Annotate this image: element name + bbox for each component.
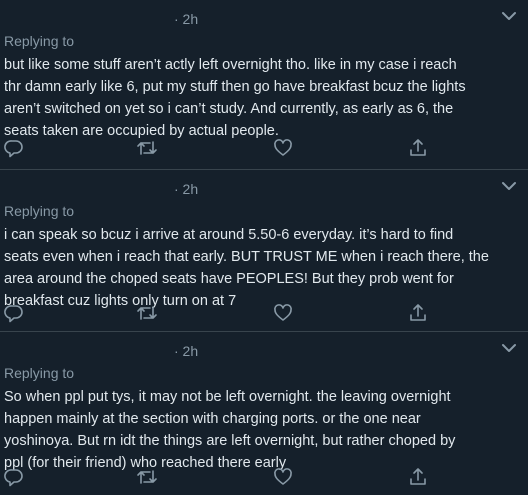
heart-icon[interactable] bbox=[271, 136, 295, 160]
share-icon[interactable] bbox=[406, 301, 430, 325]
reply-icon[interactable] bbox=[2, 301, 26, 325]
chevron-down-icon[interactable] bbox=[500, 10, 518, 22]
retweet-icon[interactable] bbox=[135, 301, 159, 325]
tweet-text: but like some stuff aren’t actly left ov… bbox=[4, 54, 520, 142]
tweet-text-line: yoshinoya. But rn idt the things are lef… bbox=[4, 433, 456, 449]
tweet-text: So when ppl put tys, it may not be left … bbox=[4, 386, 520, 474]
tweet-text-line: area around the choped seats have PEOPLE… bbox=[4, 271, 454, 287]
share-icon[interactable] bbox=[406, 136, 430, 160]
share-icon[interactable] bbox=[406, 465, 430, 489]
tweet-timestamp[interactable]: · 2h bbox=[174, 343, 198, 359]
chevron-down-icon[interactable] bbox=[500, 180, 518, 192]
tweet-text-line: seats even when i reach that early. BUT … bbox=[4, 249, 489, 265]
tweet[interactable]: · 2h Replying to So when ppl put tys, it… bbox=[0, 332, 528, 495]
tweet-text-line: aren’t switched on yet so i can’t study.… bbox=[4, 101, 454, 117]
reply-icon[interactable] bbox=[2, 465, 26, 489]
chevron-down-icon[interactable] bbox=[500, 342, 518, 354]
retweet-icon[interactable] bbox=[135, 136, 159, 160]
tweet-timestamp[interactable]: · 2h bbox=[174, 181, 198, 197]
tweet-actions bbox=[0, 465, 528, 489]
tweet-text: i can speak so bcuz i arrive at around 5… bbox=[4, 224, 520, 312]
tweet[interactable]: · 2h Replying to i can speak so bcuz i a… bbox=[0, 170, 528, 331]
reply-thread: · 2h Replying to but like some stuff are… bbox=[0, 0, 528, 495]
replying-to-label: Replying to bbox=[4, 365, 75, 381]
tweet-text-line: So when ppl put tys, it may not be left … bbox=[4, 389, 451, 405]
replying-to-label: Replying to bbox=[4, 203, 75, 219]
tweet-text-line: happen mainly at the section with chargi… bbox=[4, 411, 421, 427]
heart-icon[interactable] bbox=[271, 465, 295, 489]
tweet-actions bbox=[0, 136, 528, 160]
tweet-text-line: i can speak so bcuz i arrive at around 5… bbox=[4, 227, 454, 243]
retweet-icon[interactable] bbox=[135, 465, 159, 489]
tweet-timestamp[interactable]: · 2h bbox=[174, 11, 198, 27]
tweet-text-line: but like some stuff aren’t actly left ov… bbox=[4, 57, 457, 73]
tweet-text-line: thr damn early like 6, put my stuff then… bbox=[4, 79, 466, 95]
tweet-actions bbox=[0, 301, 528, 325]
replying-to-label: Replying to bbox=[4, 33, 75, 49]
heart-icon[interactable] bbox=[271, 301, 295, 325]
reply-icon[interactable] bbox=[2, 136, 26, 160]
tweet[interactable]: · 2h Replying to but like some stuff are… bbox=[0, 0, 528, 169]
